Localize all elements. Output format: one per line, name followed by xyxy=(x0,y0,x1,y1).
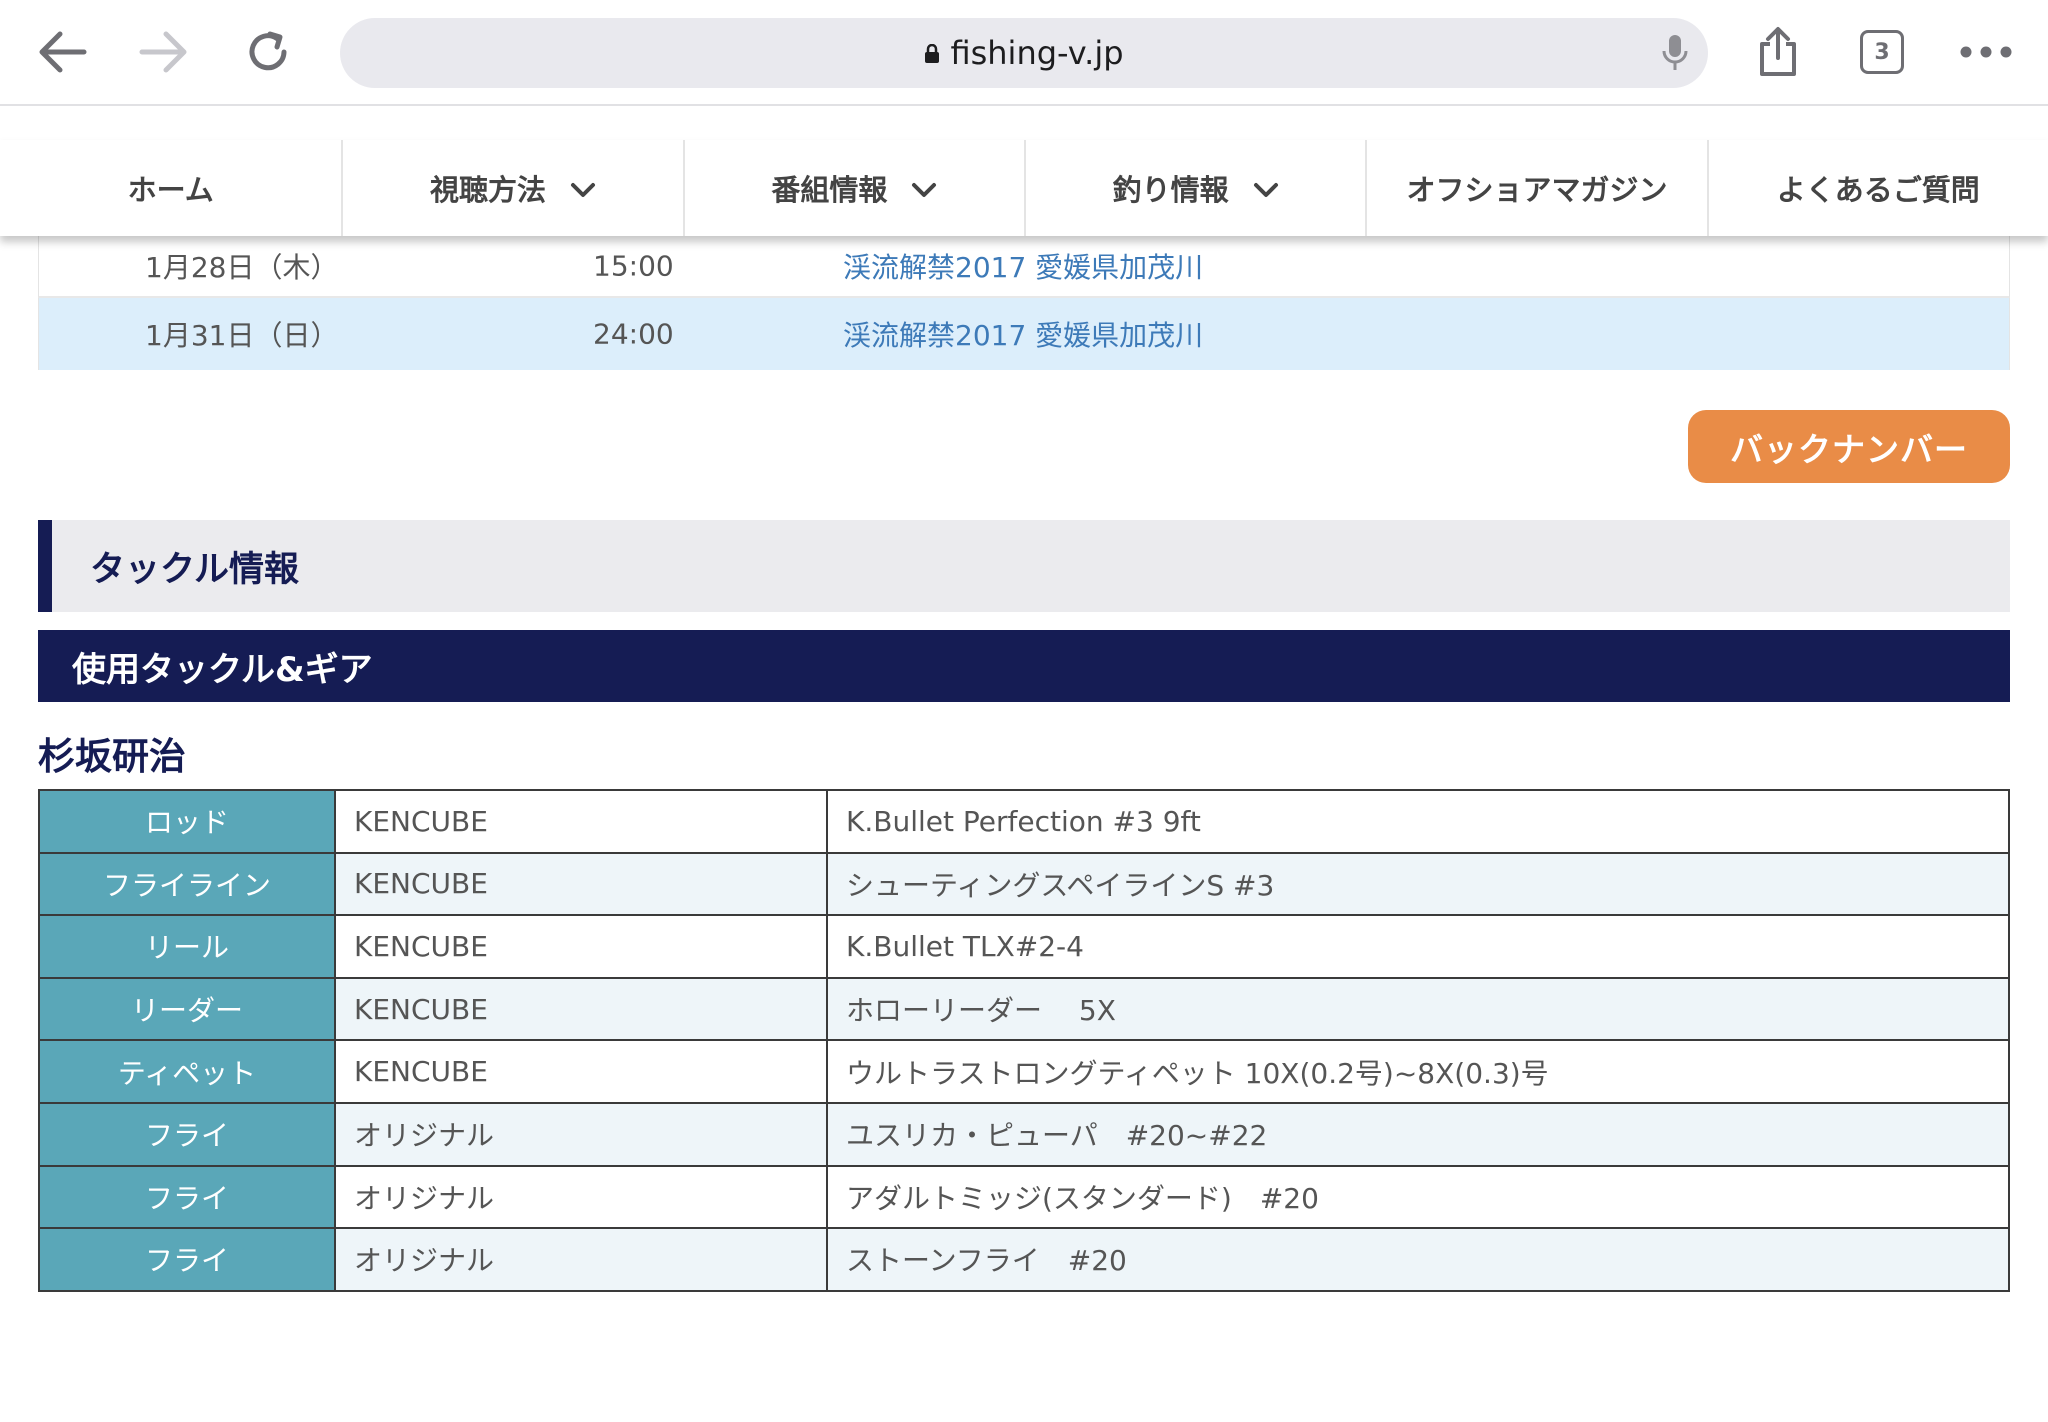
tackle-maker: KENCUBE xyxy=(334,851,828,917)
nav-item-label: 釣り情報 xyxy=(1112,173,1229,207)
tackle-item: ウルトラストロングティペット 10X(0.2号)~8X(0.3)号 xyxy=(826,1039,2010,1104)
schedule-time: 15:00 xyxy=(593,249,674,283)
nav-item-label: オフショアマガジン xyxy=(1406,173,1668,207)
tackle-item: ユスリカ・ピューパ #20~#22 xyxy=(826,1101,2010,1167)
tackle-item: アダルトミッジ(スタンダード) #20 xyxy=(826,1164,2010,1230)
schedule-row: 1月28日（木） 15:00 渓流解禁2017 愛媛県加茂川 xyxy=(38,236,2010,298)
tackle-maker: KENCUBE xyxy=(334,914,828,979)
nav-item-label: 番組情報 xyxy=(771,173,888,207)
tackle-maker: KENCUBE xyxy=(334,789,828,854)
table-row: フライライン KENCUBE シューティングスペイラインS #3 xyxy=(38,851,2010,917)
tackle-item: シューティングスペイラインS #3 xyxy=(826,851,2010,917)
tackle-category: ティペット xyxy=(38,1039,336,1104)
tackle-item: ストーンフライ #20 xyxy=(826,1227,2010,1292)
reload-icon[interactable] xyxy=(234,18,302,86)
chevron-down-icon xyxy=(911,171,937,205)
tackle-item: ホローリーダー 5X xyxy=(826,976,2010,1042)
tackle-category: フライライン xyxy=(38,851,336,917)
schedule-date: 1月28日（木） xyxy=(145,251,339,284)
back-arrow-icon[interactable] xyxy=(28,18,96,86)
share-icon[interactable] xyxy=(1744,18,1812,86)
address-bar[interactable]: fishing-v.jp xyxy=(340,18,1708,88)
tackle-item: K.Bullet Perfection #3 9ft xyxy=(826,789,2010,854)
tackle-item: K.Bullet TLX#2-4 xyxy=(826,914,2010,979)
chevron-down-icon xyxy=(570,171,596,205)
back-number-button[interactable]: バックナンバー xyxy=(1688,410,2010,483)
table-row: ロッド KENCUBE K.Bullet Perfection #3 9ft xyxy=(38,789,2010,854)
nav-item-label: よくあるご質問 xyxy=(1776,173,1980,207)
tabs-button[interactable]: 3 xyxy=(1848,18,1916,86)
schedule-program-link[interactable]: 渓流解禁2017 愛媛県加茂川 xyxy=(843,246,1203,286)
schedule-time: 24:00 xyxy=(593,317,674,351)
url-text: fishing-v.jp xyxy=(950,34,1124,72)
tackle-maker: KENCUBE xyxy=(334,976,828,1042)
schedule-row: 1月31日（日） 24:00 渓流解禁2017 愛媛県加茂川 xyxy=(38,298,2010,370)
section-title: タックル情報 xyxy=(38,520,2010,612)
nav-item-label: 視聴方法 xyxy=(429,173,546,207)
more-options-icon[interactable] xyxy=(1952,18,2020,86)
lock-icon xyxy=(924,34,940,72)
broadcast-schedule: 1月28日（木） 15:00 渓流解禁2017 愛媛県加茂川 1月31日（日） … xyxy=(38,236,2010,370)
tackle-category: フライ xyxy=(38,1164,336,1230)
tackle-category: フライ xyxy=(38,1227,336,1292)
tackle-category: リーダー xyxy=(38,976,336,1042)
tackle-maker: オリジナル xyxy=(334,1164,828,1230)
chevron-down-icon xyxy=(1253,171,1279,205)
tackle-table: ロッド KENCUBE K.Bullet Perfection #3 9ft フ… xyxy=(38,789,2010,1292)
nav-item-faq[interactable]: よくあるご質問 xyxy=(1706,140,2048,236)
nav-item-home[interactable]: ホーム xyxy=(0,140,341,236)
table-row: リール KENCUBE K.Bullet TLX#2-4 xyxy=(38,914,2010,979)
site-navigation: ホーム 視聴方法 番組情報 釣り情報 オフショアマガジン よくあるご質問 xyxy=(0,140,2048,236)
microphone-icon[interactable] xyxy=(1662,33,1688,77)
table-row: フライ オリジナル ストーンフライ #20 xyxy=(38,1227,2010,1292)
schedule-date: 1月31日（日） xyxy=(145,319,339,352)
table-row: フライ オリジナル ユスリカ・ピューパ #20~#22 xyxy=(38,1101,2010,1167)
table-row: ティペット KENCUBE ウルトラストロングティペット 10X(0.2号)~8… xyxy=(38,1039,2010,1104)
tackle-category: リール xyxy=(38,914,336,979)
nav-item-label: ホーム xyxy=(127,173,214,207)
forward-arrow-icon[interactable] xyxy=(130,18,198,86)
nav-item-programs[interactable]: 番組情報 xyxy=(682,140,1024,236)
tackle-category: フライ xyxy=(38,1101,336,1167)
tab-count-badge: 3 xyxy=(1860,30,1904,74)
tackle-maker: KENCUBE xyxy=(334,1039,828,1104)
nav-item-offshore-magazine[interactable]: オフショアマガジン xyxy=(1365,140,1706,236)
browser-toolbar: fishing-v.jp 3 xyxy=(0,0,2048,106)
tackle-maker: オリジナル xyxy=(334,1101,828,1167)
tackle-maker: オリジナル xyxy=(334,1227,828,1292)
table-row: リーダー KENCUBE ホローリーダー 5X xyxy=(38,976,2010,1042)
schedule-program-link[interactable]: 渓流解禁2017 愛媛県加茂川 xyxy=(843,314,1203,354)
angler-name: 杉坂研治 xyxy=(38,735,186,778)
table-row: フライ オリジナル アダルトミッジ(スタンダード) #20 xyxy=(38,1164,2010,1230)
subsection-title: 使用タックル&ギア xyxy=(38,630,2010,702)
tackle-category: ロッド xyxy=(38,789,336,854)
nav-item-fishing-info[interactable]: 釣り情報 xyxy=(1023,140,1365,236)
nav-item-viewing[interactable]: 視聴方法 xyxy=(341,140,682,236)
